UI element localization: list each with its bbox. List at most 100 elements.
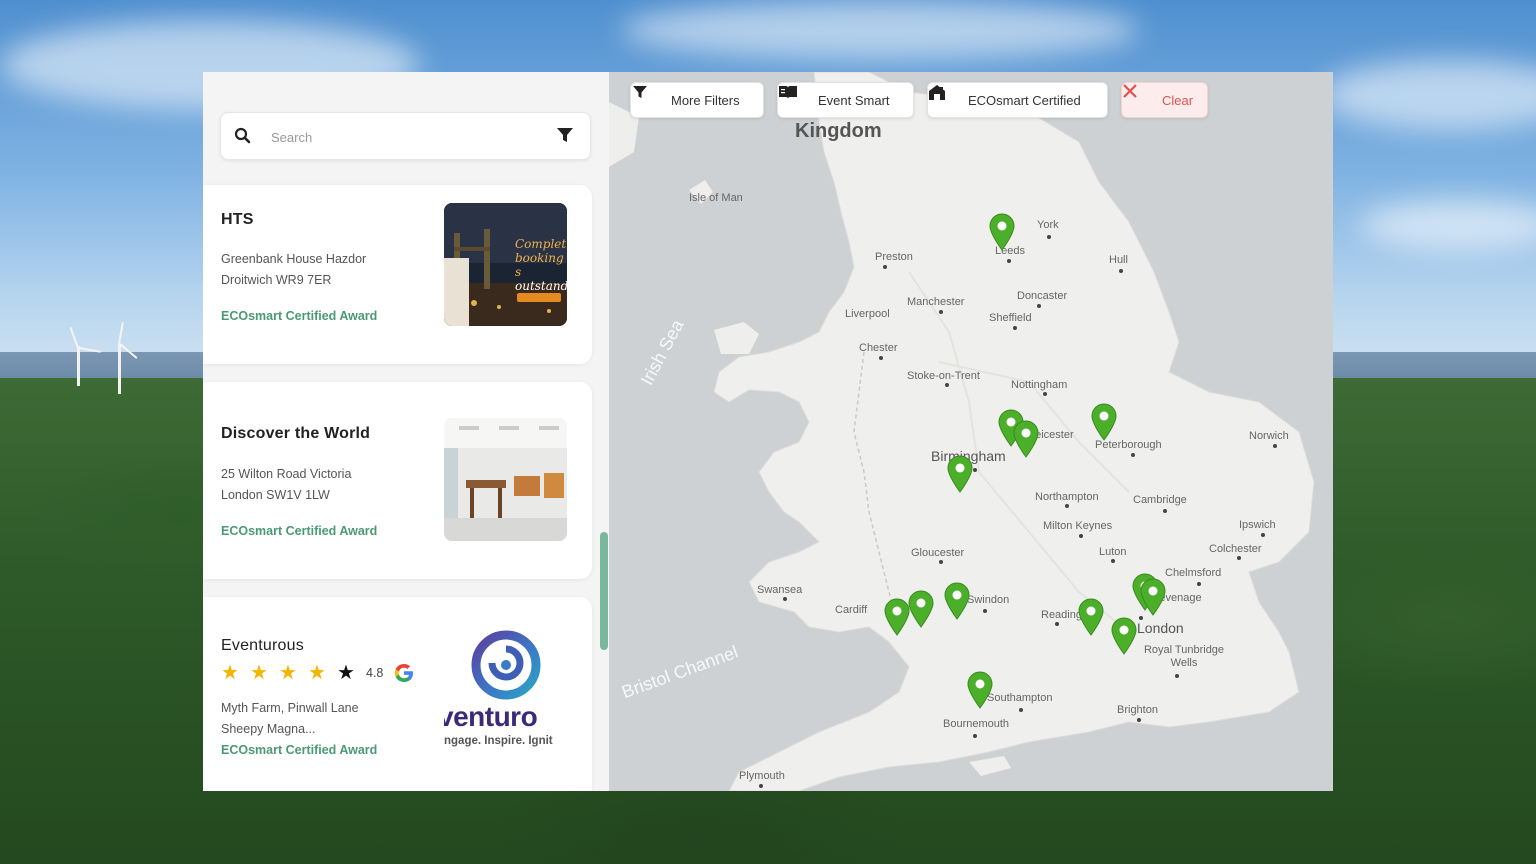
listing-title: Discover the World [221, 425, 371, 442]
map-city-dot [783, 597, 787, 601]
map-city-dot [939, 310, 943, 314]
event-smart-button[interactable]: Event Smart [777, 82, 914, 118]
map-city-label: Colchester [1209, 543, 1262, 555]
map-city-dot [1007, 259, 1011, 263]
map-pin-icon[interactable] [947, 455, 973, 493]
wind-turbine [77, 346, 80, 386]
more-filters-button[interactable]: More Filters [630, 82, 764, 118]
map-city-dot [939, 560, 943, 564]
map-city-dot [1119, 269, 1123, 273]
wind-turbine [118, 344, 121, 394]
listing-address: Myth Farm, Pinwall Lane Sheepy Magna... [221, 698, 411, 740]
listing-panel: HTS Greenbank House Hazdor Droitwich WR9… [203, 72, 609, 791]
award-link[interactable]: ECOsmart Certified Award [221, 743, 377, 757]
cloud [620, 0, 1140, 60]
image-caption: Complet booking s outstandi [515, 237, 567, 293]
scrollbar-thumb[interactable] [600, 532, 608, 650]
map-city-dot [1261, 533, 1265, 537]
map-view[interactable]: Kingdom Isle of Man Irish Sea Bristol Ch… [609, 72, 1333, 791]
map-city-dot [1111, 559, 1115, 563]
map-city-label: Cambridge [1133, 494, 1187, 506]
logo-tagline: ngage. Inspire. Ignit [444, 735, 553, 747]
map-city-dot [1013, 326, 1017, 330]
map-pin-icon[interactable] [1111, 617, 1137, 655]
map-city-label: Brighton [1117, 704, 1158, 716]
event-smart-label: Event Smart [818, 92, 890, 108]
award-link[interactable]: ECOsmart Certified Award [221, 309, 377, 323]
listing-title: Eventurous [221, 637, 304, 654]
search-icon [233, 126, 253, 146]
map-city-dot [1079, 534, 1083, 538]
map-pin-icon[interactable] [1091, 403, 1117, 441]
map-city-dot [945, 383, 949, 387]
ecosmart-certified-button[interactable]: ECOsmart Certified [927, 82, 1108, 118]
star-icon: ★ [279, 662, 297, 684]
map-city-dot [759, 784, 763, 788]
search-input[interactable] [269, 125, 543, 149]
address-line: 25 Wilton Road Victoria [221, 467, 352, 481]
listing-address: Greenbank House Hazdor Droitwich WR9 7ER [221, 249, 411, 291]
image-caption-line: Complet [515, 237, 567, 251]
star-icon: ★ [221, 662, 239, 684]
map-city-label: Plymouth [739, 770, 785, 782]
map-pin-icon[interactable] [944, 582, 970, 620]
map-city-label: Milton Keynes [1043, 520, 1113, 532]
map-city-label: Swindon [967, 594, 1010, 606]
map-region-label: Kingdom [795, 120, 882, 142]
map-pin-icon[interactable] [1013, 420, 1039, 458]
star-icon: ★ [337, 662, 355, 684]
address-line: Myth Farm, Pinwall Lane [221, 701, 359, 715]
map-city-dot [1019, 708, 1023, 712]
map-city-dot [1043, 392, 1047, 396]
map-city-label: Chelmsford [1165, 567, 1222, 579]
more-filters-label: More Filters [671, 92, 740, 108]
map-city-label: Royal Tunbridge Wells [1143, 644, 1225, 669]
filter-icon [633, 86, 661, 109]
map-city-label: Norwich [1249, 430, 1289, 442]
map-city-dot [973, 734, 977, 738]
map-pin-icon[interactable] [967, 671, 993, 709]
listing-image[interactable] [444, 418, 567, 541]
map-city-dot [883, 265, 887, 269]
map-city-label: London [1137, 620, 1184, 636]
map-city-label: Nottingham [1011, 379, 1068, 391]
map-label-isle: Isle of Man [689, 192, 743, 204]
clear-button[interactable]: Clear [1121, 82, 1208, 118]
map-city-dot [1197, 582, 1201, 586]
map-pin-icon[interactable] [884, 598, 910, 636]
listing-address: 25 Wilton Road Victoria London SW1V 1LW [221, 464, 411, 506]
map-city-label: Swansea [757, 584, 803, 596]
address-line: London SW1V 1LW [221, 488, 330, 502]
star-icon: ★ [250, 662, 268, 684]
listing-card[interactable]: Eventurous ★ ★ ★ ★ ★ 4.8 Myth Farm, Pinw… [203, 597, 592, 791]
map-city-label: Stoke-on-Trent [907, 370, 980, 382]
filter-icon[interactable] [556, 126, 574, 144]
map-city-label: Liverpool [845, 308, 890, 320]
map-pin-icon[interactable] [1140, 578, 1166, 616]
map-city-label: Gloucester [911, 547, 965, 559]
map-city-dot [1163, 509, 1167, 513]
map-pin-icon[interactable] [1078, 598, 1104, 636]
map-city-label: Northampton [1035, 491, 1099, 503]
book-icon [779, 86, 808, 109]
map-city-dot [973, 468, 977, 472]
google-icon [392, 661, 416, 685]
listing-image[interactable]: Complet booking s outstandi [444, 203, 567, 326]
listing-card[interactable]: HTS Greenbank House Hazdor Droitwich WR9… [203, 185, 592, 364]
app-window: HTS Greenbank House Hazdor Droitwich WR9… [203, 72, 1333, 791]
map-city-dot [1055, 622, 1059, 626]
map-pin-icon[interactable] [989, 213, 1015, 251]
map-pin-icon[interactable] [908, 590, 934, 628]
map-city-label: Reading [1041, 609, 1082, 621]
image-caption-line: booking s [515, 251, 564, 279]
map-city-label: Ipswich [1239, 519, 1276, 531]
listing-card[interactable]: Discover the World 25 Wilton Road Victor… [203, 382, 592, 579]
map-city-label: Cardiff [835, 604, 868, 616]
award-link[interactable]: ECOsmart Certified Award [221, 524, 377, 538]
map-city-dot [879, 356, 883, 360]
address-line: Droitwich WR9 7ER [221, 273, 332, 287]
eventurous-logo[interactable]: venturo ngage. Inspire. Ignit [444, 627, 569, 757]
map-city-dot [1139, 616, 1143, 620]
image-caption-line: outstandi [515, 279, 567, 293]
ecosmart-certified-label: ECOsmart Certified [968, 92, 1081, 108]
